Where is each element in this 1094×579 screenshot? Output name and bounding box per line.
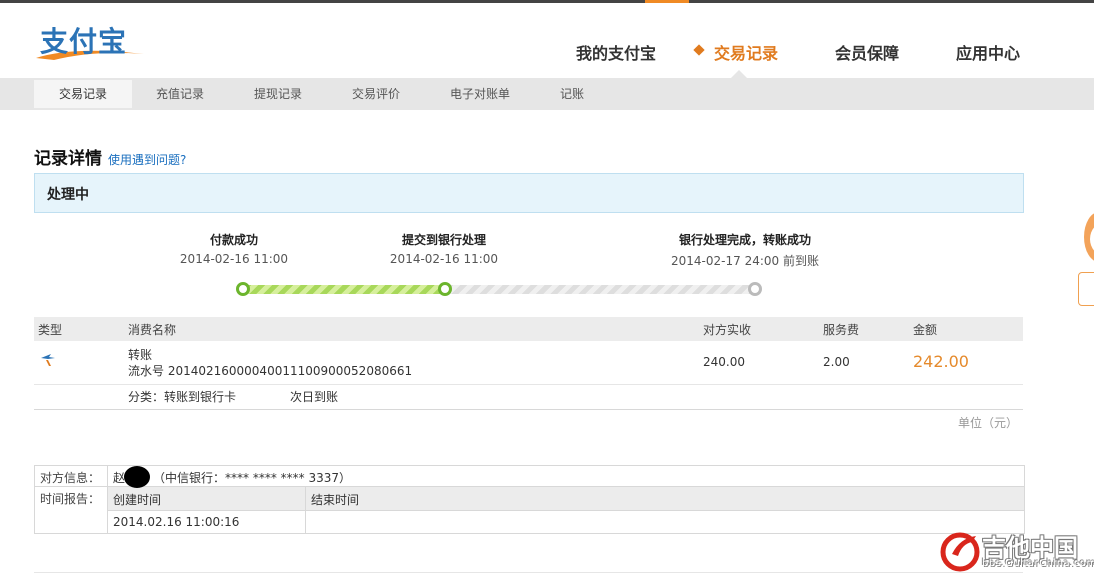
time-report-label: 时间报告：	[40, 492, 101, 506]
status-banner: 处理中	[34, 173, 1024, 213]
step-2-dot-icon	[438, 282, 452, 296]
table-row: 转账 流水号 20140216000040011100900052080661 …	[34, 342, 1023, 385]
unit-label: 单位（元）	[958, 416, 1019, 430]
time-subheader	[108, 487, 1024, 511]
nav-app-center[interactable]: 应用中心	[956, 40, 1020, 64]
subnav-caret-icon	[731, 70, 747, 78]
watermark-url: bbs.GuitarChina.com	[982, 558, 1094, 569]
info-divider	[305, 487, 306, 533]
counterparty-label: 对方信息：	[40, 471, 101, 485]
page-title: 记录详情 使用遇到问题?	[34, 144, 186, 169]
col-received: 对方实收	[703, 323, 752, 337]
bank-info: （中信银行：**** **** **** 3337）	[153, 471, 351, 485]
progress-step-1: 付款成功 2014-02-16 11:00	[174, 231, 294, 266]
amount-value: 242.00	[913, 352, 969, 371]
progress-step-3: 银行处理完成，转账成功 2014-02-17 24:00 前到账	[655, 231, 835, 269]
info-table: 对方信息： 赵 （中信银行：**** **** **** 3337） 时间报告：…	[34, 465, 1025, 534]
step-1-dot-icon	[236, 282, 250, 296]
subtab-withdraw[interactable]: 提现记录	[238, 80, 318, 108]
fee-value: 2.00	[823, 355, 850, 369]
nav-member-protection[interactable]: 会员保障	[835, 40, 899, 64]
step-time: 2014-02-16 11:00	[389, 252, 499, 266]
created-time-value: 2014.02.16 11:00:16	[113, 515, 240, 529]
step-time: 2014-02-16 11:00	[179, 252, 289, 266]
item-serial: 流水号 20140216000040011100900052080661	[128, 364, 413, 378]
progress-track-pending	[446, 285, 754, 294]
step-time: 2014-02-17 24:00 前到账	[671, 254, 819, 268]
category-row: 分类：转账到银行卡 次日到账	[34, 385, 1023, 410]
status-text: 处理中	[47, 187, 89, 203]
subtab-reviews[interactable]: 交易评价	[336, 80, 416, 108]
nav-transactions[interactable]: 交易记录	[714, 40, 778, 64]
redaction-blot	[124, 466, 150, 488]
step-title: 提交到银行处理	[401, 233, 486, 247]
subtab-transactions[interactable]: 交易记录	[34, 80, 132, 108]
col-amount: 金额	[913, 323, 938, 337]
page-title-text: 记录详情	[34, 149, 102, 169]
watermark: 吉他中国 bbs.GuitarChina.com	[938, 526, 1094, 576]
col-name: 消费名称	[128, 323, 177, 337]
end-time-header: 结束时间	[311, 493, 360, 507]
subtab-statement[interactable]: 电子对账单	[440, 80, 520, 108]
transfer-icon	[41, 354, 55, 366]
active-nav-indicator	[645, 0, 689, 3]
item-name: 转账	[128, 348, 153, 362]
category-text: 分类：转账到银行卡	[128, 390, 237, 404]
created-time-header: 创建时间	[113, 493, 162, 507]
side-feedback-button[interactable]	[1078, 272, 1094, 306]
subtab-recharge[interactable]: 充值记录	[140, 80, 220, 108]
step-title: 付款成功	[209, 233, 258, 247]
help-link[interactable]: 使用遇到问题?	[108, 153, 186, 167]
step-title: 银行处理完成，转账成功	[678, 233, 811, 247]
nav-my-alipay[interactable]: 我的支付宝	[576, 40, 656, 64]
table-header: 类型 消费名称 对方实收 服务费 金额	[34, 317, 1023, 341]
progress-step-2: 提交到银行处理 2014-02-16 11:00	[384, 231, 504, 266]
guitar-logo-icon	[940, 532, 980, 572]
received-value: 240.00	[703, 355, 745, 369]
subtab-bookkeeping[interactable]: 记账	[544, 80, 600, 108]
col-type: 类型	[38, 323, 63, 337]
top-border	[0, 0, 1094, 3]
step-3-dot-icon	[748, 282, 762, 296]
col-fee: 服务费	[823, 323, 860, 337]
arrival-text: 次日到账	[290, 390, 339, 404]
bottom-divider	[34, 572, 1023, 573]
sub-nav: 交易记录 充值记录 提现记录 交易评价 电子对账单 记账	[0, 70, 1094, 110]
progress-track-done	[244, 285, 444, 294]
main-nav: 我的支付宝 交易记录 会员保障 应用中心	[0, 40, 1094, 64]
